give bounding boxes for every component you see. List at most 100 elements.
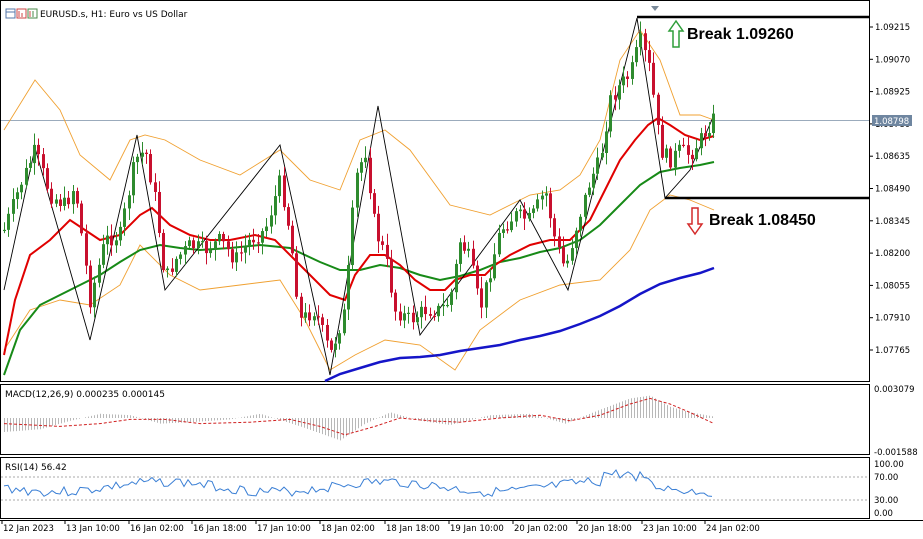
- candle-body: [459, 242, 462, 264]
- candle-body: [80, 203, 83, 234]
- candle-body: [403, 313, 406, 321]
- candle-body: [287, 207, 290, 226]
- candle-body: [364, 157, 367, 163]
- candle-body: [214, 241, 217, 250]
- candle-body: [166, 268, 169, 271]
- price-tick-label: 1.09070: [875, 55, 910, 65]
- candle-body: [356, 172, 359, 208]
- candle-body: [231, 249, 234, 263]
- price-tick-label: 1.07910: [875, 314, 910, 324]
- rsi-tick-70: 70.00: [874, 473, 898, 483]
- candle-body: [76, 191, 79, 204]
- candle-body: [536, 199, 539, 209]
- candle-body: [136, 156, 139, 163]
- candle-body: [691, 154, 694, 160]
- candle-body: [386, 244, 389, 259]
- candle-body: [149, 154, 152, 183]
- rsi-tick-30: 30.00: [874, 496, 898, 506]
- candle-body: [674, 150, 677, 168]
- rsi-tick-100: 100.00: [874, 460, 904, 470]
- candle-body: [700, 133, 703, 149]
- candle-body: [141, 152, 144, 157]
- candle-body: [330, 340, 333, 350]
- candle-body: [252, 239, 255, 243]
- price-axis: 1.092151.090701.089251.087801.086351.084…: [869, 23, 910, 356]
- main-price-panel[interactable]: [0, 0, 870, 382]
- candle-body: [145, 152, 148, 155]
- candle-body: [614, 95, 617, 100]
- candle-body: [695, 148, 698, 160]
- candle-body: [566, 260, 569, 264]
- candle-body: [184, 246, 187, 255]
- rsi-panel[interactable]: [0, 457, 870, 519]
- macd-bottom-value: -0.001588: [874, 448, 918, 458]
- candle-body: [553, 218, 556, 237]
- candle-body: [584, 194, 587, 217]
- candle-body: [596, 157, 599, 174]
- candle-body: [347, 265, 350, 310]
- candle-body: [515, 211, 518, 222]
- candle-body: [171, 268, 174, 272]
- candle-body: [3, 229, 6, 232]
- candle-body: [89, 265, 92, 308]
- candle-body: [227, 241, 230, 250]
- candle-body: [704, 133, 707, 137]
- candle-body: [373, 193, 376, 214]
- candle-body: [381, 241, 384, 245]
- candle-body: [338, 333, 341, 344]
- candle-body: [480, 288, 483, 308]
- candle-body: [222, 233, 225, 242]
- candle-body: [123, 208, 126, 227]
- candle-body: [261, 231, 264, 243]
- candle-body: [72, 191, 75, 205]
- candle-body: [618, 85, 621, 100]
- candle-body: [498, 232, 501, 255]
- candle-body: [506, 229, 509, 231]
- candle-body: [278, 175, 281, 197]
- candle-body: [110, 235, 113, 246]
- candle-body: [93, 282, 96, 308]
- chart-window-icon[interactable]: [5, 8, 16, 19]
- candle-body: [20, 184, 23, 193]
- candle-body: [308, 312, 311, 321]
- price-tick-label: 1.08055: [875, 281, 910, 291]
- candle-body: [46, 168, 49, 189]
- candle-body: [450, 292, 453, 305]
- price-tick-label: 1.07765: [875, 346, 910, 356]
- candle-body: [50, 188, 53, 204]
- candle-body: [528, 212, 531, 219]
- candle-body: [317, 316, 320, 318]
- candle-body: [248, 239, 251, 247]
- candle-body: [420, 306, 423, 318]
- candle-body: [442, 304, 445, 307]
- candle-body: [399, 311, 402, 321]
- chart-window[interactable]: Break 1.09260 Break 1.08450 EURUSD.s, H1…: [0, 0, 923, 539]
- candle-body: [369, 157, 372, 194]
- rsi-label: RSI(14) 56.42: [5, 463, 67, 473]
- candle-body: [644, 33, 647, 51]
- candle-body: [218, 233, 221, 242]
- time-tick-label: 18 Jan 02:00: [321, 524, 375, 534]
- candle-body: [154, 182, 157, 192]
- candle-body: [67, 197, 70, 205]
- candle-body: [102, 244, 105, 265]
- candle-body: [205, 241, 208, 254]
- candle-body: [648, 50, 651, 63]
- candle-body: [416, 317, 419, 323]
- candle-body: [687, 145, 690, 155]
- candle-body: [592, 173, 595, 188]
- candle-body: [665, 148, 668, 158]
- time-tick-label: 17 Jan 10:00: [257, 524, 311, 534]
- time-tick-label: 20 Jan 18:00: [578, 524, 632, 534]
- candle-body: [626, 76, 629, 79]
- candle-body: [201, 241, 204, 243]
- price-tick-label: 1.08635: [875, 152, 910, 162]
- candle-body: [609, 95, 612, 132]
- candle-body: [240, 252, 243, 254]
- candle-body: [132, 162, 135, 196]
- candle-body: [115, 240, 118, 246]
- candle-body: [128, 195, 131, 209]
- candle-body: [424, 306, 427, 315]
- candle-body: [85, 233, 88, 266]
- candle-body: [29, 163, 32, 168]
